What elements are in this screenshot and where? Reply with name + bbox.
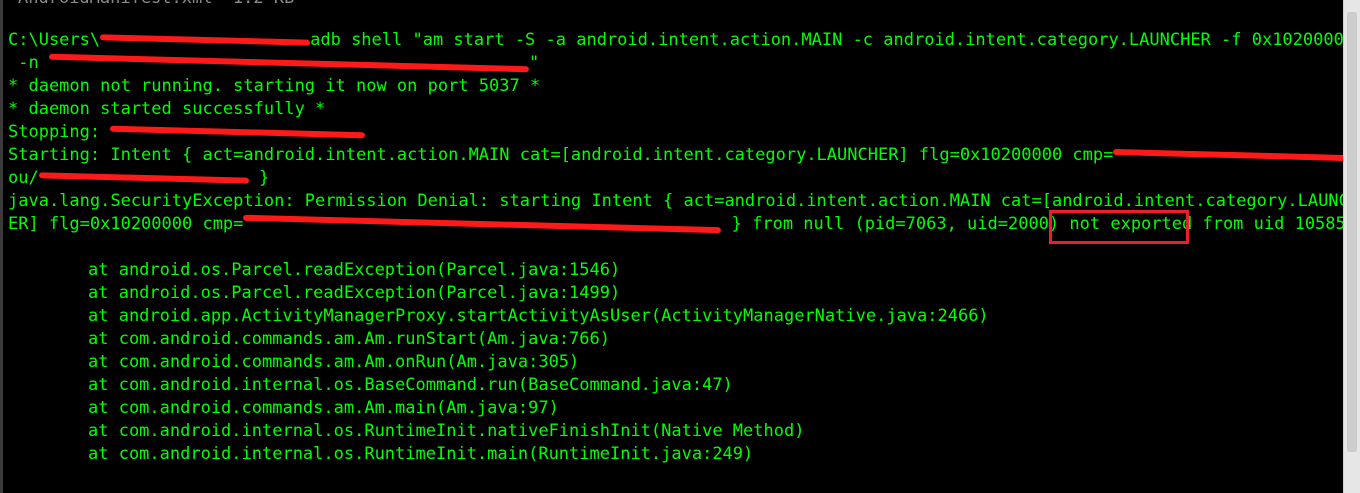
starting-line: Starting: Intent { act=android.intent.ac… [8, 144, 1343, 167]
redaction-mark [38, 172, 249, 184]
stack-frame: at com.android.commands.am.Am.main(Am.ja… [88, 398, 559, 418]
vertical-scrollbar[interactable] [1343, 0, 1360, 493]
scrollbar-thumb[interactable] [1347, 12, 1357, 452]
stack-frame: at com.android.commands.am.Am.runStart(A… [88, 329, 610, 349]
partial-top-line: AndroidManifest.xml 1.2 KB [18, 0, 294, 10]
stack-frame: at com.android.internal.os.BaseCommand.r… [88, 375, 733, 395]
redaction-mark [1113, 148, 1343, 162]
stack-frame: at com.android.internal.os.RuntimeInit.n… [88, 421, 805, 441]
terminal-window[interactable]: AndroidManifest.xml 1.2 KB C:\Users\adb … [0, 0, 1343, 493]
redaction-mark [243, 214, 722, 234]
redaction-mark [110, 125, 366, 139]
highlight-box [1049, 210, 1189, 244]
stack-frame: at com.android.commands.am.Am.onRun(Am.j… [88, 352, 580, 372]
command-line: C:\Users\ adb shell "am start -S -a andro… [8, 30, 1343, 50]
command-line-cont: -n " [8, 53, 540, 73]
starting-line-cont: ou/ } [8, 168, 270, 188]
stack-frame: at android.os.Parcel.readException(Parce… [88, 283, 621, 303]
stack-frame: at com.android.internal.os.RuntimeInit.m… [88, 444, 754, 464]
window-edge [0, 0, 3, 493]
daemon-line-1: * daemon not running. starting it now on… [8, 76, 541, 96]
stack-frame: at android.os.Parcel.readException(Parce… [88, 260, 621, 280]
stack-frame: at android.app.ActivityManagerProxy.star… [88, 306, 989, 326]
stopping-line: Stopping: [8, 121, 366, 144]
redaction-mark [100, 34, 311, 46]
daemon-line-2: * daemon started successfully * [8, 99, 326, 119]
redaction-mark [48, 53, 529, 73]
